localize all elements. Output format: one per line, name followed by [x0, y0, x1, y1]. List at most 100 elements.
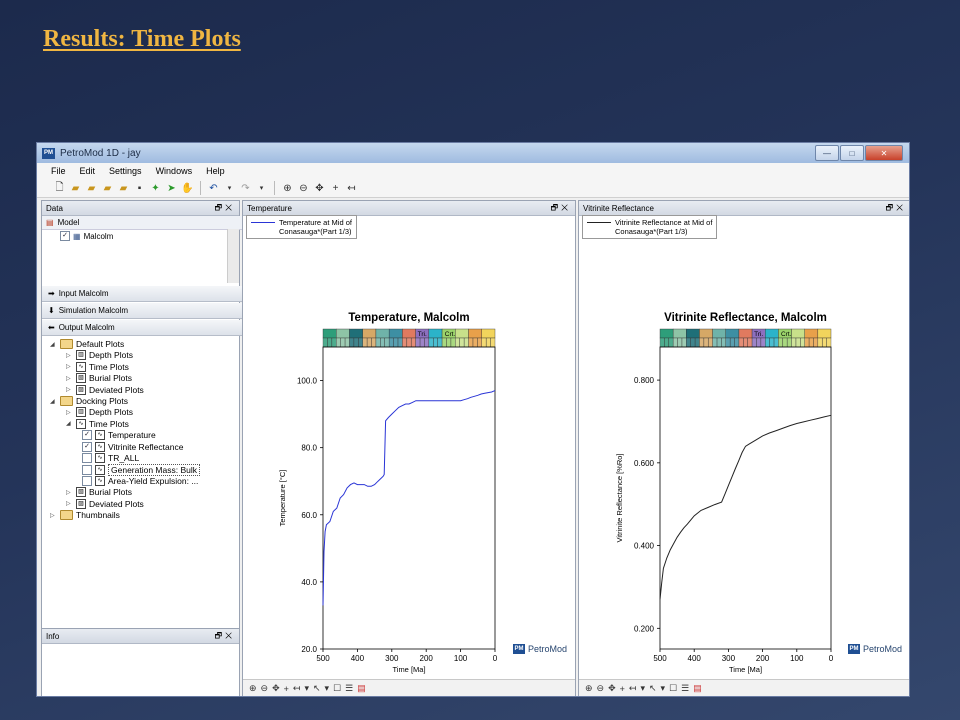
tree-item[interactable]: ◢ Docking Plots — [50, 396, 128, 406]
dropdown-icon[interactable]: ▾ — [661, 683, 666, 694]
collapsed-arrow-icon[interactable]: ▷ — [66, 363, 73, 370]
vitrinite-legend-line2: Conasauga*(Part 1/3) — [615, 227, 688, 236]
menu-windows[interactable]: Windows — [156, 166, 193, 176]
pan-icon[interactable]: ✥ — [313, 182, 326, 195]
tree-item-checkbox[interactable] — [82, 465, 92, 476]
collapsed-arrow-icon[interactable]: ▷ — [66, 386, 73, 393]
tree-item[interactable]: ◢ ∿ Time Plots — [66, 418, 129, 429]
input-malcolm-button[interactable]: ➡ Input Malcolm — [42, 286, 245, 302]
tree-item[interactable]: ✓ ∿ Temperature — [82, 430, 156, 441]
open-recent-icon[interactable]: ▰ — [101, 182, 114, 195]
run-icon[interactable]: ➤ — [165, 182, 178, 195]
x-tick-label: 300 — [722, 654, 736, 663]
tree-item-checkbox[interactable]: ✓ — [82, 441, 92, 452]
tree-item-checkbox[interactable] — [82, 475, 92, 486]
dropdown-icon[interactable]: ▾ — [640, 683, 645, 694]
collapsed-arrow-icon[interactable]: ▷ — [50, 512, 57, 519]
tree-item[interactable]: ▷ Thumbnails — [50, 510, 120, 520]
zoom-out-icon[interactable]: ⊖ — [297, 182, 310, 195]
expanded-arrow-icon[interactable]: ◢ — [50, 341, 57, 348]
tree-item-checkbox[interactable]: ✓ — [82, 430, 92, 441]
crosshair-icon[interactable]: + — [329, 182, 342, 195]
strat-strip-segment — [468, 337, 482, 348]
simulation-malcolm-button[interactable]: ⬇ Simulation Malcolm — [42, 303, 245, 319]
redo-icon[interactable]: ↷ — [239, 182, 252, 195]
data-panel: Data 🗗✕ ▤ Model ✓ ▦ Malcolm ➡ Input Malc… — [41, 200, 245, 630]
tree-item[interactable]: ∿ Area-Yield Expulsion: ... — [82, 475, 198, 486]
legend-icon[interactable]: ☰ — [681, 683, 689, 694]
simulate-icon[interactable]: ✦ — [149, 182, 162, 195]
hand-icon[interactable]: ✋ — [181, 182, 194, 195]
redo-dropdown-icon[interactable]: ▾ — [255, 182, 268, 195]
line-style-icon[interactable]: ☐ — [669, 683, 677, 694]
tree-item[interactable]: ▷ ▨ Deviated Plots — [66, 498, 144, 509]
tree-item[interactable]: ▷ ▧ Burial Plots — [66, 373, 132, 384]
save-icon[interactable]: ▪ — [133, 182, 146, 195]
crosshair-icon[interactable]: + — [620, 684, 625, 694]
tree-item[interactable]: ∿ Generation Mass: Bulk — [82, 464, 200, 477]
maximize-button[interactable]: □ — [840, 145, 864, 161]
tree-item[interactable]: ▷ ▥ Depth Plots — [66, 407, 133, 418]
collapsed-arrow-icon[interactable]: ▷ — [66, 489, 73, 496]
color-icon[interactable]: ▤ — [693, 683, 702, 694]
malcolm-item[interactable]: ✓ ▦ Malcolm — [60, 231, 113, 241]
collapsed-arrow-icon[interactable]: ▷ — [66, 375, 73, 382]
model-icon: ▤ — [46, 218, 54, 227]
tree-item[interactable]: ▷ ▧ Burial Plots — [66, 487, 132, 498]
tree-item-label: Time Plots — [89, 361, 129, 372]
model-scrollbar[interactable] — [227, 229, 239, 283]
zoom-out-icon[interactable]: ⊖ — [261, 683, 269, 694]
petromod-logo: PM PetroMod — [512, 644, 567, 654]
zoom-out-icon[interactable]: ⊖ — [597, 683, 605, 694]
line-style-icon[interactable]: ☐ — [333, 683, 341, 694]
zoom-in-icon[interactable]: ⊕ — [249, 683, 257, 694]
new-file-icon[interactable]: 🗋 — [53, 182, 66, 195]
strat-strip-segment — [712, 328, 726, 339]
reset-view-icon[interactable]: ↤ — [293, 683, 301, 694]
undo-dropdown-icon[interactable]: ▾ — [223, 182, 236, 195]
minimize-button[interactable]: — — [815, 145, 839, 161]
tree-item[interactable]: ▷ ▨ Deviated Plots — [66, 384, 144, 395]
tree-item-checkbox[interactable] — [82, 453, 92, 463]
menu-file[interactable]: File — [51, 166, 66, 176]
output-malcolm-button[interactable]: ⬅ Output Malcolm — [42, 320, 245, 336]
crosshair-icon[interactable]: + — [284, 684, 289, 694]
expanded-arrow-icon[interactable]: ◢ — [66, 420, 73, 427]
reset-view-icon[interactable]: ↤ — [629, 683, 637, 694]
reset-view-icon[interactable]: ↤ — [345, 182, 358, 195]
data-panel-controls[interactable]: 🗗✕ — [215, 202, 235, 216]
collapsed-arrow-icon[interactable]: ▷ — [66, 409, 73, 416]
menu-settings[interactable]: Settings — [109, 166, 142, 176]
dropdown-icon[interactable]: ▾ — [325, 683, 330, 694]
strat-strip-segment — [712, 337, 726, 348]
import-icon[interactable]: ▰ — [117, 182, 130, 195]
tree-item[interactable]: ◢ Default Plots — [50, 339, 124, 349]
pointer-icon[interactable]: ↖ — [313, 683, 321, 694]
dropdown-icon[interactable]: ▾ — [304, 683, 309, 694]
undo-icon[interactable]: ↶ — [207, 182, 220, 195]
open-project-icon[interactable]: ▰ — [85, 182, 98, 195]
collapsed-arrow-icon[interactable]: ▷ — [66, 352, 73, 359]
tree-item[interactable]: ▷ ▥ Depth Plots — [66, 350, 133, 361]
tree-item[interactable]: ✓ ∿ Vitrinite Reflectance — [82, 441, 183, 452]
close-button[interactable]: ✕ — [865, 145, 903, 161]
window-titlebar[interactable]: PM PetroMod 1D - jay — □ ✕ — [37, 143, 909, 163]
pointer-icon[interactable]: ↖ — [649, 683, 657, 694]
zoom-in-icon[interactable]: ⊕ — [281, 182, 294, 195]
open-folder-icon[interactable]: ▰ — [69, 182, 82, 195]
series-line — [659, 414, 832, 600]
legend-icon[interactable]: ☰ — [345, 683, 353, 694]
expanded-arrow-icon[interactable]: ◢ — [50, 398, 57, 405]
tree-item[interactable]: ▷ ∿ Time Plots — [66, 361, 129, 372]
pan-icon[interactable]: ✥ — [272, 683, 280, 694]
color-icon[interactable]: ▤ — [357, 683, 366, 694]
tree-item[interactable]: ∿ TR_ALL — [82, 453, 139, 463]
model-row[interactable]: ▤ Model — [42, 216, 243, 230]
collapsed-arrow-icon[interactable]: ▷ — [66, 500, 73, 507]
info-panel-controls[interactable]: 🗗✕ — [215, 630, 235, 644]
menu-edit[interactable]: Edit — [80, 166, 96, 176]
malcolm-checkbox[interactable]: ✓ — [60, 231, 70, 241]
pan-icon[interactable]: ✥ — [608, 683, 616, 694]
menu-help[interactable]: Help — [206, 166, 225, 176]
zoom-in-icon[interactable]: ⊕ — [585, 683, 593, 694]
